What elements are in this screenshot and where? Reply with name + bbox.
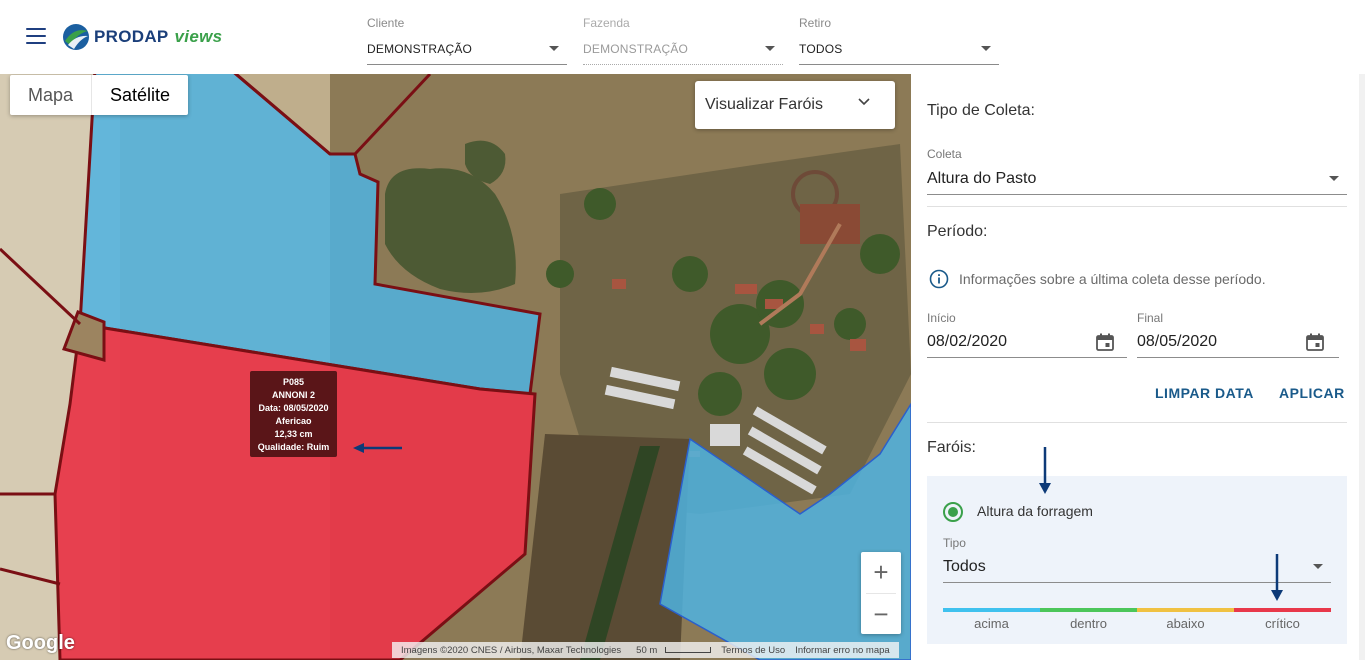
visualizar-farois-dropdown[interactable]: Visualizar Faróis [695, 81, 895, 129]
menu-icon[interactable] [26, 28, 46, 44]
terms-link[interactable]: Termos de Uso [716, 645, 790, 656]
cliente-label: Cliente [367, 16, 405, 30]
altura-forragem-label: Altura da forragem [977, 503, 1093, 519]
legend-bar-critico [1234, 608, 1331, 612]
legend-bar-abaixo [1137, 608, 1234, 612]
caret-down-icon [1313, 564, 1323, 569]
chevron-down-icon [858, 98, 870, 106]
prodap-logo-icon [63, 24, 89, 50]
retiro-label: Retiro [799, 16, 832, 30]
report-error-link[interactable]: Informar erro no mapa [790, 645, 895, 656]
calendar-icon[interactable] [1305, 332, 1325, 352]
retiro-value: TODOS [799, 42, 843, 56]
inicio-label: Início [927, 311, 956, 325]
retiro-select[interactable]: Retiro TODOS [799, 14, 999, 66]
altura-forragem-radio[interactable] [943, 502, 963, 522]
farois-card: Altura da forragem Tipo Todos acima dent… [927, 476, 1347, 644]
periodo-title: Período: [927, 223, 988, 240]
legend-bar-dentro [1040, 608, 1137, 612]
aplicar-button[interactable]: APLICAR [1279, 385, 1345, 401]
tooltip-quality: Qualidade: Ruim [257, 442, 330, 452]
fazenda-label: Fazenda [583, 16, 630, 30]
app-header: PRODAP views Cliente DEMONSTRAÇÃO Fazenda… [0, 0, 1365, 74]
google-logo: Google [6, 632, 75, 654]
cliente-select[interactable]: Cliente DEMONSTRAÇÃO [367, 14, 567, 66]
map-scale[interactable]: 50 m [626, 645, 716, 656]
farois-title: Faróis: [927, 439, 976, 456]
tooltip-name: ANNONI 2 [271, 390, 315, 400]
zoom-controls: + − [861, 552, 901, 634]
tipo-coleta-title: Tipo de Coleta: [927, 102, 1035, 119]
pasture-tooltip: P085 ANNONI 2 Data: 08/05/2020 Afericao … [250, 371, 337, 457]
zoom-out-button[interactable]: − [861, 594, 901, 635]
satellite-map[interactable]: Mapa Satélite Visualizar Faróis P085 ANN… [0, 74, 911, 660]
limpar-data-button[interactable]: LIMPAR DATA [1155, 385, 1254, 401]
zoom-in-button[interactable]: + [861, 552, 901, 593]
annotation-arrow-left-icon [353, 443, 402, 453]
brand-logo[interactable]: PRODAP views [62, 22, 222, 52]
info-row: Informações sobre a última coleta desse … [929, 269, 1266, 289]
tooltip-date: Data: 08/05/2020 [258, 403, 329, 413]
tipo-label: Tipo [943, 536, 966, 550]
coleta-label: Coleta [927, 147, 962, 161]
final-date-input[interactable]: 08/05/2020 [1137, 333, 1217, 351]
final-label: Final [1137, 311, 1164, 325]
brand-name: PRODAP views [94, 27, 223, 46]
map-type-toggle: Mapa Satélite [10, 75, 189, 115]
fazenda-select[interactable]: Fazenda DEMONSTRAÇÃO [583, 14, 783, 66]
legend-label-dentro: dentro [1070, 616, 1107, 631]
map-type-satelite-button[interactable]: Satélite [91, 75, 188, 115]
fazenda-value: DEMONSTRAÇÃO [583, 42, 689, 56]
inicio-date-input[interactable]: 08/02/2020 [927, 333, 1007, 351]
map-attribution: Imagens ©2020 CNES / Airbus, Maxar Techn… [392, 642, 899, 658]
legend-bar-acima [943, 608, 1040, 612]
annotation-arrow-down-icon [1039, 447, 1051, 494]
info-icon [929, 269, 949, 289]
legend-label-abaixo: abaixo [1166, 616, 1205, 631]
map-canvas[interactable] [0, 74, 911, 660]
map-type-mapa-button[interactable]: Mapa [10, 75, 91, 115]
tipo-select[interactable]: Todos [943, 558, 986, 576]
filters-panel: Tipo de Coleta: Coleta Altura do Pasto P… [911, 74, 1365, 660]
imagery-credit: Imagens ©2020 CNES / Airbus, Maxar Techn… [401, 644, 622, 656]
annotation-arrow-down-icon [1271, 554, 1283, 601]
panel-scrollbar[interactable] [1359, 74, 1365, 660]
calendar-icon[interactable] [1095, 332, 1115, 352]
cliente-value: DEMONSTRAÇÃO [367, 42, 473, 56]
tooltip-height: 12,33 cm [274, 429, 313, 439]
caret-down-icon [765, 46, 775, 51]
visualizar-farois-label: Visualizar Faróis [705, 96, 823, 113]
tooltip-type: Afericao [275, 416, 312, 426]
coleta-select[interactable]: Altura do Pasto [927, 170, 1036, 188]
tooltip-code: P085 [282, 377, 305, 387]
legend-label-critico: crítico [1265, 616, 1300, 631]
caret-down-icon [1329, 176, 1339, 181]
caret-down-icon [981, 46, 991, 51]
info-text: Informações sobre a última coleta desse … [959, 271, 1266, 287]
legend-label-acima: acima [974, 616, 1009, 631]
caret-down-icon [549, 46, 559, 51]
